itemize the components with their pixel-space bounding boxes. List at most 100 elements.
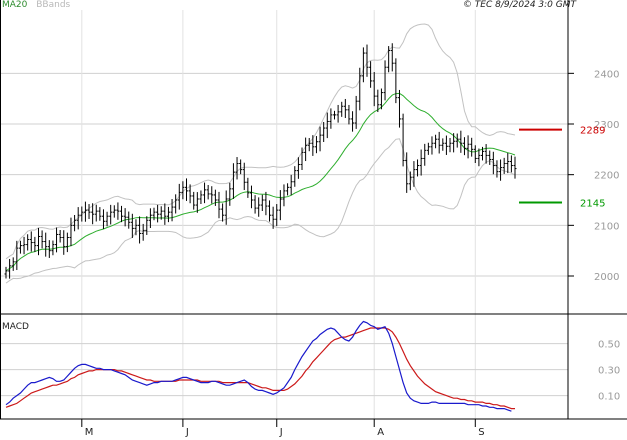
price-bar (174, 194, 178, 214)
price-bar (235, 157, 239, 180)
price-bar (44, 232, 48, 257)
price-bar (33, 236, 37, 252)
x-tick-label: M (85, 427, 94, 438)
price-y-tick-label: 2000 (594, 272, 619, 283)
indicator-legend: MA20 BBands (2, 0, 70, 10)
price-bar (264, 191, 268, 216)
price-bar (275, 204, 279, 227)
price-bar (314, 136, 318, 154)
price-bar (73, 214, 77, 232)
price-panel: 2000210022002300240022892145 (0, 10, 619, 419)
price-bar (401, 113, 405, 167)
price-bar (83, 201, 87, 222)
price-bar (426, 142, 430, 155)
bollinger-upper-line (5, 23, 516, 260)
price-bar (36, 227, 40, 256)
price-bar (416, 159, 420, 177)
price-bar (94, 204, 98, 222)
price-bar (473, 145, 477, 164)
macd-y-tick-label: 0.30 (598, 366, 620, 377)
price-bar (105, 211, 109, 227)
price-bar (123, 208, 127, 227)
price-y-tick-label: 2400 (594, 69, 619, 80)
price-bar (163, 203, 167, 225)
price-bar (116, 202, 120, 220)
price-bar (195, 192, 199, 213)
price-bar (156, 204, 160, 223)
price-bar (246, 177, 250, 198)
price-bar (296, 157, 300, 179)
price-bar (358, 67, 362, 111)
macd-panel-title: MACD (2, 322, 29, 332)
price-bar (444, 135, 448, 155)
stock-chart: 2000210022002300240022892145 0.100.300.5… (0, 0, 627, 438)
price-bar (127, 211, 131, 229)
price-bar (333, 110, 337, 120)
price-bar (4, 266, 8, 279)
price-bar (87, 204, 91, 219)
price-bar (387, 46, 391, 73)
price-bar (441, 138, 445, 151)
price-bar (138, 216, 142, 244)
price-bar (166, 206, 170, 223)
price-bar (437, 131, 441, 154)
price-bar (29, 231, 33, 252)
price-bar (141, 223, 145, 241)
price-bar (488, 150, 492, 165)
price-bar (228, 182, 232, 206)
price-bar (210, 186, 214, 204)
macd-y-tick-label: 0.10 (598, 392, 620, 403)
price-bar (15, 240, 19, 271)
price-bar (322, 121, 326, 142)
price-bar (434, 134, 438, 149)
price-bar (206, 185, 210, 200)
support-level-label: 2145 (580, 199, 605, 210)
price-bar (340, 101, 344, 117)
price-bar (286, 183, 290, 196)
price-bar (62, 230, 66, 255)
price-bar (329, 108, 333, 129)
x-tick-label: A (377, 427, 384, 438)
price-bar (506, 152, 510, 174)
price-y-tick-label: 2100 (594, 221, 619, 232)
price-bar (239, 159, 243, 175)
price-bar (69, 217, 73, 247)
price-bar (282, 184, 286, 207)
price-bar (40, 230, 44, 249)
price-bar (369, 61, 373, 88)
macd-y-tick-label: 0.50 (598, 340, 620, 351)
price-bar (98, 207, 102, 221)
price-bar (491, 151, 495, 175)
price-bar (448, 137, 452, 153)
ma20-line (5, 92, 516, 272)
price-bar (318, 126, 322, 152)
price-bar (351, 111, 355, 132)
price-bar (58, 229, 62, 243)
price-bar (65, 232, 69, 253)
timestamp-label: © TEC 8/9/2024 3:0 GMT (462, 0, 576, 10)
price-bar (289, 174, 293, 196)
price-bar (343, 98, 347, 119)
price-bar (513, 156, 517, 179)
macd-panel: 0.10 0.30 0.50 (0, 320, 620, 412)
price-bar (51, 240, 55, 256)
price-bar (423, 143, 427, 166)
price-bar (347, 104, 351, 125)
price-bar (199, 190, 203, 205)
price-bar (304, 137, 308, 162)
price-bar (325, 112, 329, 139)
price-bar (470, 137, 474, 157)
bbands-legend: BBands (36, 0, 71, 10)
price-bar (22, 236, 26, 255)
price-bar (249, 185, 253, 209)
resistance-level-label: 2289 (580, 126, 605, 137)
price-bar (430, 136, 434, 155)
price-bar (260, 194, 264, 211)
price-bar (466, 135, 470, 159)
price-bar (257, 197, 261, 217)
price-bar (26, 234, 30, 251)
signal-line (5, 327, 515, 410)
price-bar (397, 89, 401, 128)
price-bar (484, 144, 488, 164)
price-bar (231, 163, 235, 199)
